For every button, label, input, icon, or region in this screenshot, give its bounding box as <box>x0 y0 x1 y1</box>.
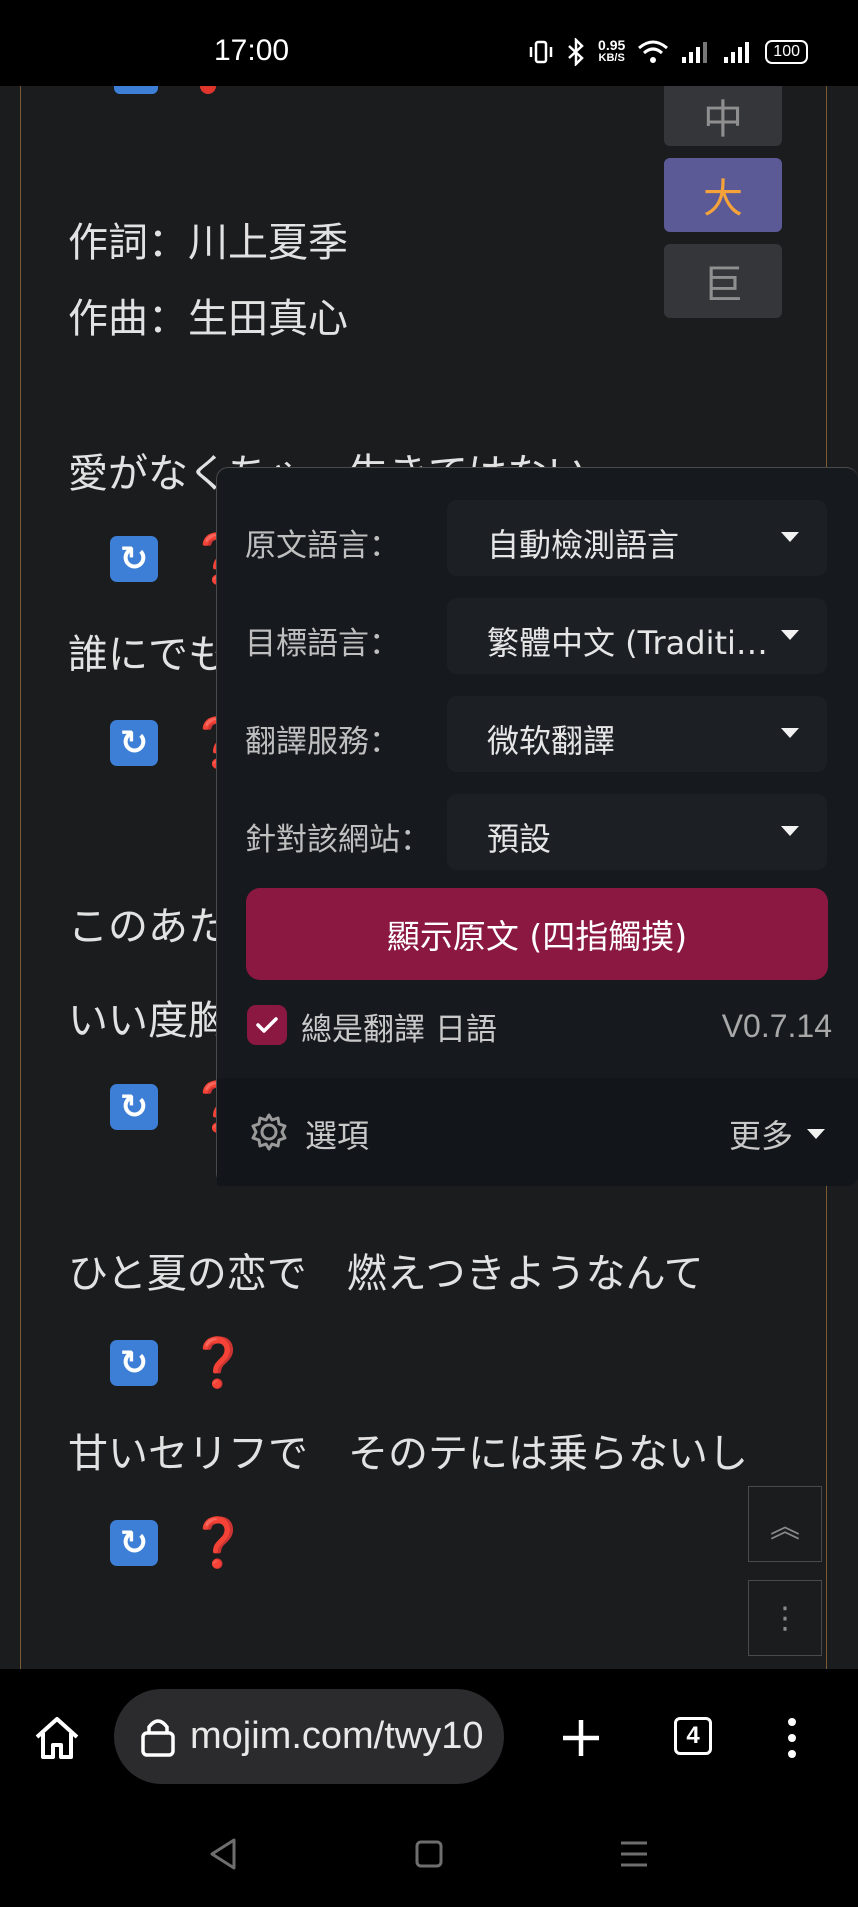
side-menu-button[interactable]: ⋮ <box>748 1580 822 1656</box>
scroll-top-button[interactable]: ︽ <box>748 1486 822 1562</box>
font-size-medium-button[interactable]: 中 <box>664 86 782 146</box>
panel-footer: 選項 更多 <box>217 1078 858 1186</box>
source-language-select[interactable]: 自動檢測語言 <box>447 500 827 576</box>
reload-icon[interactable]: ↻ <box>110 1339 158 1386</box>
back-icon[interactable] <box>208 1837 238 1871</box>
target-language-label: 目標語言： <box>245 626 400 662</box>
more-dropdown[interactable]: 更多 <box>729 1111 825 1157</box>
status-icons: 0.95 KB/S 100 <box>528 38 808 66</box>
translate-service-select[interactable]: 微软翻譯 <box>447 696 827 772</box>
reload-icon[interactable]: ↻ <box>110 1519 158 1566</box>
target-language-value: 繁體中文 (Traditi… <box>487 624 768 662</box>
translate-service-row: 翻譯服務： 微软翻譯 <box>217 696 858 772</box>
net-speed-value: 0.95 <box>598 37 626 53</box>
always-translate-checkbox[interactable] <box>247 1005 287 1045</box>
url-bar[interactable]: mojim.com/twy10 <box>114 1689 504 1784</box>
source-language-label: 原文語言： <box>245 528 400 564</box>
browser-toolbar: mojim.com/twy10 4 <box>0 1669 858 1807</box>
new-tab-icon[interactable] <box>560 1717 602 1759</box>
lyric-line: いい度胸 <box>68 998 228 1044</box>
source-language-value: 自動檢測語言 <box>487 526 680 564</box>
lyric-line: このあた <box>68 904 228 950</box>
lyric-line: 誰にでも <box>68 632 228 678</box>
chevron-down-icon <box>781 630 799 640</box>
gear-icon[interactable] <box>249 1112 289 1152</box>
font-size-large-button[interactable]: 大 <box>664 158 782 232</box>
target-language-select[interactable]: 繁體中文 (Traditi… <box>447 598 827 674</box>
checkmark-icon <box>256 1017 278 1033</box>
home-icon[interactable] <box>32 1715 82 1761</box>
question-icon-partial[interactable] <box>200 86 216 94</box>
chevron-down-icon <box>781 826 799 836</box>
content-border-left <box>20 86 21 1669</box>
battery-icon: 100 <box>765 40 808 64</box>
lyric-actions: ↻ ❓ <box>110 1334 248 1391</box>
status-bar: 17:00 0.95 KB/S 100 <box>0 0 858 86</box>
url-text: mojim.com/twy10 <box>190 1715 484 1757</box>
chevron-down-icon <box>807 1129 825 1139</box>
lyricist-line: 作詞：川上夏季 <box>68 220 348 266</box>
options-link[interactable]: 選項 <box>305 1111 369 1157</box>
always-translate-label: 總是翻譯 日語 <box>301 1012 497 1048</box>
source-language-row: 原文語言： 自動檢測語言 <box>217 500 858 576</box>
more-label: 更多 <box>728 1117 793 1155</box>
reload-icon[interactable]: ↻ <box>110 1083 158 1130</box>
system-nav-bar <box>0 1807 858 1907</box>
home-nav-icon[interactable] <box>414 1839 444 1869</box>
composer-line: 作曲：生田真心 <box>68 296 348 342</box>
wifi-icon <box>638 40 669 63</box>
site-setting-value: 預設 <box>487 820 552 858</box>
signal-icon-1 <box>682 42 708 63</box>
question-icon[interactable]: ❓ <box>188 1334 248 1391</box>
lyric-line: 甘いセリフで そのテには乗らないし <box>68 1431 748 1477</box>
lyric-line: ひと夏の恋で 燃えつきようなんて <box>68 1251 704 1297</box>
version-label: V0.7.14 <box>721 1008 832 1044</box>
chevron-down-icon <box>781 728 799 738</box>
chevron-down-icon <box>781 532 799 542</box>
net-speed-unit: KB/S <box>598 52 625 64</box>
recents-icon[interactable] <box>618 1839 650 1869</box>
reload-icon[interactable]: ↻ <box>110 535 158 582</box>
translate-service-value: 微软翻譯 <box>487 722 616 760</box>
vibrate-icon <box>529 40 553 64</box>
show-original-button[interactable]: 顯示原文 (四指觸摸) <box>246 888 828 980</box>
translate-service-label: 翻譯服務： <box>245 724 400 760</box>
tab-count-button[interactable]: 4 <box>674 1717 712 1755</box>
lock-icon <box>141 1719 175 1757</box>
reload-icon-partial[interactable] <box>114 86 158 94</box>
status-time: 17:00 <box>214 34 290 67</box>
question-icon[interactable]: ❓ <box>188 1514 248 1571</box>
translate-panel: 原文語言： 自動檢測語言 目標語言： 繁體中文 (Traditi… 翻譯服務： … <box>216 467 858 1186</box>
site-setting-select[interactable]: 預設 <box>447 794 827 870</box>
net-speed: 0.95 KB/S <box>598 37 626 65</box>
reload-icon[interactable]: ↻ <box>110 719 158 766</box>
site-setting-row: 針對該網站： 預設 <box>217 794 858 870</box>
signal-icon-2 <box>724 42 750 63</box>
bluetooth-icon <box>568 38 584 66</box>
target-language-row: 目標語言： 繁體中文 (Traditi… <box>217 598 858 674</box>
site-setting-label: 針對該網站： <box>245 822 431 858</box>
browser-menu-icon[interactable] <box>780 1717 804 1759</box>
lyric-actions: ↻ ❓ <box>110 1514 248 1571</box>
font-size-huge-button[interactable]: 巨 <box>664 244 782 318</box>
